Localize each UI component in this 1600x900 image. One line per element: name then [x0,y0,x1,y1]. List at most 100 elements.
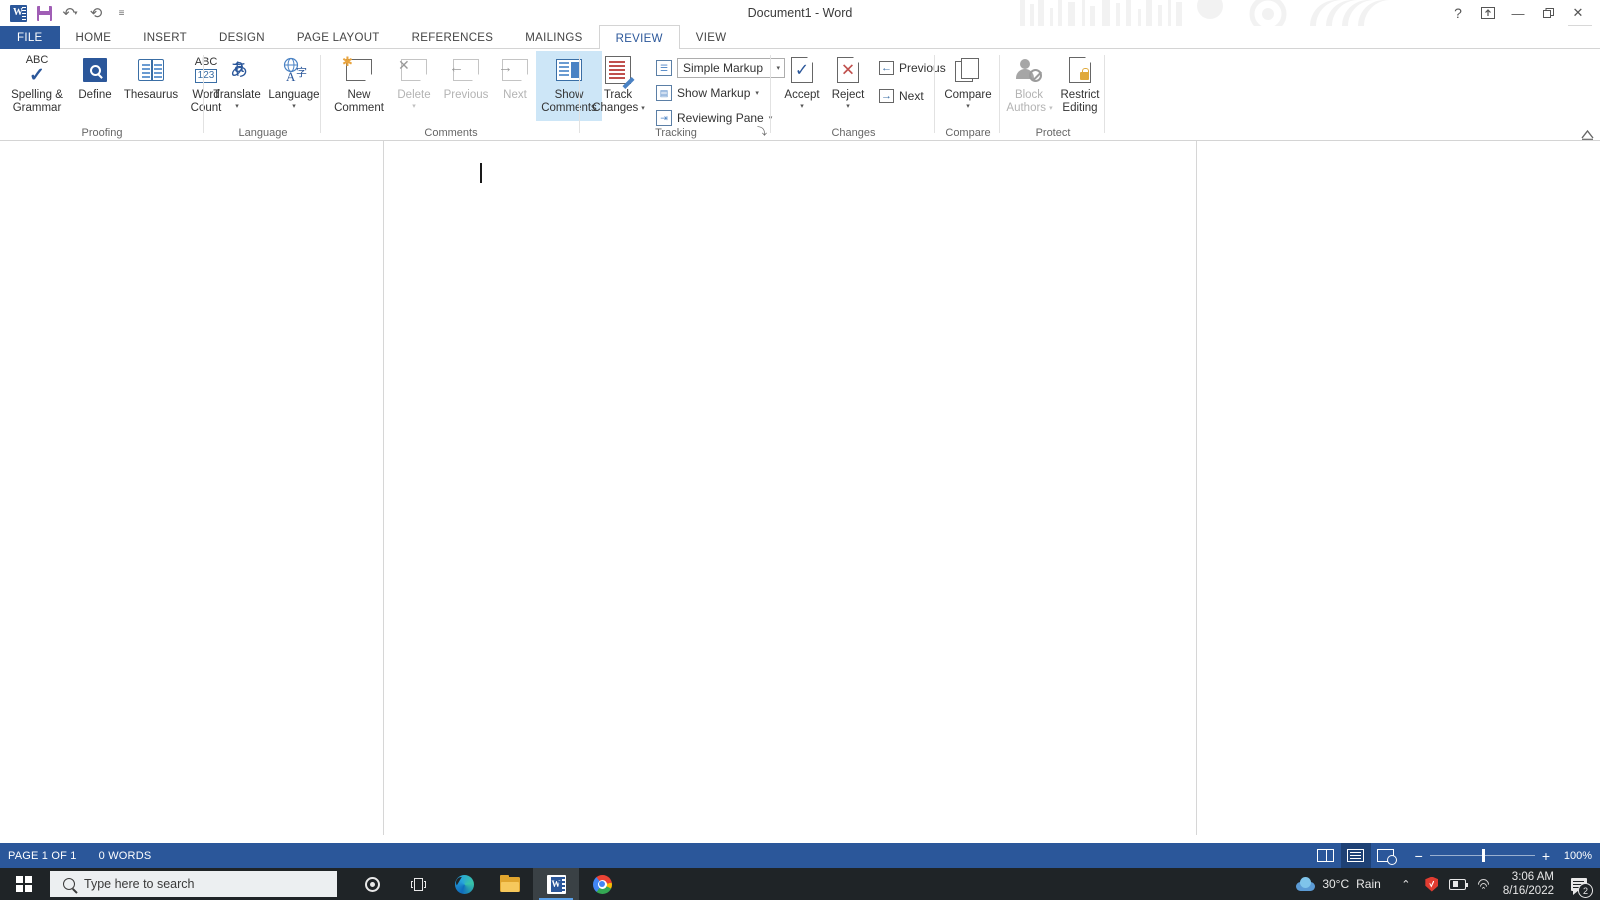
restrict-editing-button[interactable]: Restrict Editing [1055,51,1105,121]
track-changes-button[interactable]: Track Changes ▾ [587,51,649,121]
next-comment-button[interactable]: → Next [494,51,536,121]
ribbon-display-options-icon[interactable] [1474,2,1502,24]
tray-expand-button[interactable]: ⌃ [1393,868,1419,900]
taskbar-chrome[interactable] [579,868,625,900]
word-count-status[interactable]: 0 WORDS [99,850,152,862]
compare-label: Compare [944,89,992,101]
show-markup-icon: ▤ [656,85,672,101]
tracking-dialog-launcher[interactable]: ⤵ [757,123,767,138]
document-left-margin [0,141,383,835]
reviewing-pane-icon: ⇥ [656,110,672,126]
notification-count: 2 [1578,883,1593,898]
show-markup-button[interactable]: ▤ Show Markup ▾ [653,82,788,104]
edge-icon [454,874,474,894]
cloud-rain-icon [1296,877,1316,891]
ribbon-group-label-language: Language [238,127,288,139]
tab-insert[interactable]: INSERT [127,26,203,49]
ribbon-tabs: FILE HOME INSERT DESIGN PAGE LAYOUT REFE… [0,25,1600,49]
tab-references[interactable]: REFERENCES [396,26,510,49]
taskbar-file-explorer[interactable] [487,868,533,900]
word-application-window: W ↶▾ ⟲ ≡ Document1 - Word ? — ✕ Microsof… [0,0,1600,900]
translate-label: Translate [213,89,261,101]
document-page[interactable] [383,141,1197,835]
block-authors-icon [1016,54,1042,86]
zoom-in-button[interactable]: + [1542,849,1550,863]
taskbar-word[interactable]: W [533,868,579,900]
new-comment-icon: ✱ [342,54,372,86]
zoom-slider[interactable] [1429,848,1535,862]
compare-button[interactable]: Compare ▾ [936,51,1000,121]
battery-icon[interactable] [1445,868,1471,900]
taskbar-cortana[interactable] [349,868,395,900]
word-icon: W [546,874,566,894]
web-layout-button[interactable] [1371,843,1401,868]
ribbon-group-changes: ✓ Accept ▾ ✕ Reject ▾ ← Previous → Next … [772,49,946,141]
next-comment-icon: → [498,54,528,86]
ribbon-group-label-proofing: Proofing [81,127,123,139]
start-button[interactable] [0,868,48,900]
document-area [0,141,1600,843]
previous-comment-label: Previous [443,89,489,101]
wifi-icon[interactable] [1471,868,1497,900]
chevron-down-icon: ▾ [966,103,970,111]
restore-button[interactable] [1534,2,1562,24]
windows-defender-icon[interactable] [1419,868,1445,900]
chevron-down-icon: ▾ [846,103,850,111]
ribbon-group-label-tracking: Tracking [655,127,697,139]
reject-button[interactable]: ✕ Reject ▾ [826,51,870,121]
ribbon-group-protect: Block Authors ▾ Restrict Editing Protect [1001,49,1105,141]
tab-review[interactable]: REVIEW [598,25,680,49]
taskbar-task-view[interactable] [395,868,441,900]
taskbar-edge[interactable] [441,868,487,900]
thesaurus-button[interactable]: Thesaurus [120,51,182,121]
spelling-grammar-button[interactable]: ABC ✓ Spelling & Grammar [4,51,70,121]
print-layout-button[interactable] [1340,843,1371,868]
markup-display-combo[interactable]: Simple Markup ▾ [677,58,785,78]
abc-check-icon: ABC ✓ [25,54,49,86]
track-changes-label-1: Track [603,89,633,101]
weather-widget[interactable]: 30°C Rain [1296,877,1393,891]
clock[interactable]: 3:06 AM 8/16/2022 [1497,870,1564,899]
task-view-icon [410,877,426,891]
notifications-button[interactable]: 2 [1564,868,1594,900]
zoom-level[interactable]: 100% [1560,850,1592,862]
restrict-editing-label-1: Restrict [1060,89,1100,101]
accept-button[interactable]: ✓ Accept ▾ [778,51,826,121]
ribbon-group-label-compare: Compare [945,127,991,139]
next-change-label: Next [899,89,924,103]
language-button[interactable]: A 字 Language ▾ [265,51,323,121]
chrome-icon [592,874,612,894]
close-button[interactable]: ✕ [1564,2,1592,24]
page-info[interactable]: PAGE 1 OF 1 [8,850,77,862]
help-icon[interactable]: ? [1444,2,1472,24]
weather-temperature: 30°C [1322,877,1350,891]
block-authors-button[interactable]: Block Authors ▾ [1003,51,1055,121]
previous-comment-icon: ← [449,54,479,86]
markup-display-row: ☰ Simple Markup ▾ [653,57,788,79]
zoom-out-button[interactable]: − [1415,849,1423,863]
track-changes-icon [605,54,635,90]
reviewing-pane-button[interactable]: ⇥ Reviewing Pane ▾ [653,107,788,129]
new-comment-button[interactable]: ✱ New Comment [328,51,390,121]
tab-page-layout[interactable]: PAGE LAYOUT [281,26,396,49]
taskbar-search-box[interactable]: Type here to search [50,871,337,897]
tab-mailings[interactable]: MAILINGS [509,26,598,49]
define-button[interactable]: Define [70,51,120,121]
translate-button[interactable]: あa Translate ▾ [209,51,265,121]
minimize-button[interactable]: — [1504,2,1532,24]
chevron-down-icon: ▾ [235,103,239,111]
zoom-control: − + [1415,849,1550,863]
tab-home[interactable]: HOME [60,26,128,49]
delete-comment-icon: ✕ [398,54,427,86]
markup-display-icon: ☰ [656,60,672,76]
delete-comment-button[interactable]: ✕ Delete ▾ [390,51,438,121]
tab-design[interactable]: DESIGN [203,26,281,49]
tab-file[interactable]: FILE [0,26,60,49]
read-mode-button[interactable] [1311,843,1341,868]
tab-view[interactable]: VIEW [680,26,743,49]
chevron-down-icon: ▾ [412,103,416,111]
previous-comment-button[interactable]: ← Previous [438,51,494,121]
compare-docs-icon [955,54,981,86]
accept-label: Accept [784,89,820,101]
zoom-slider-thumb[interactable] [1481,848,1485,862]
